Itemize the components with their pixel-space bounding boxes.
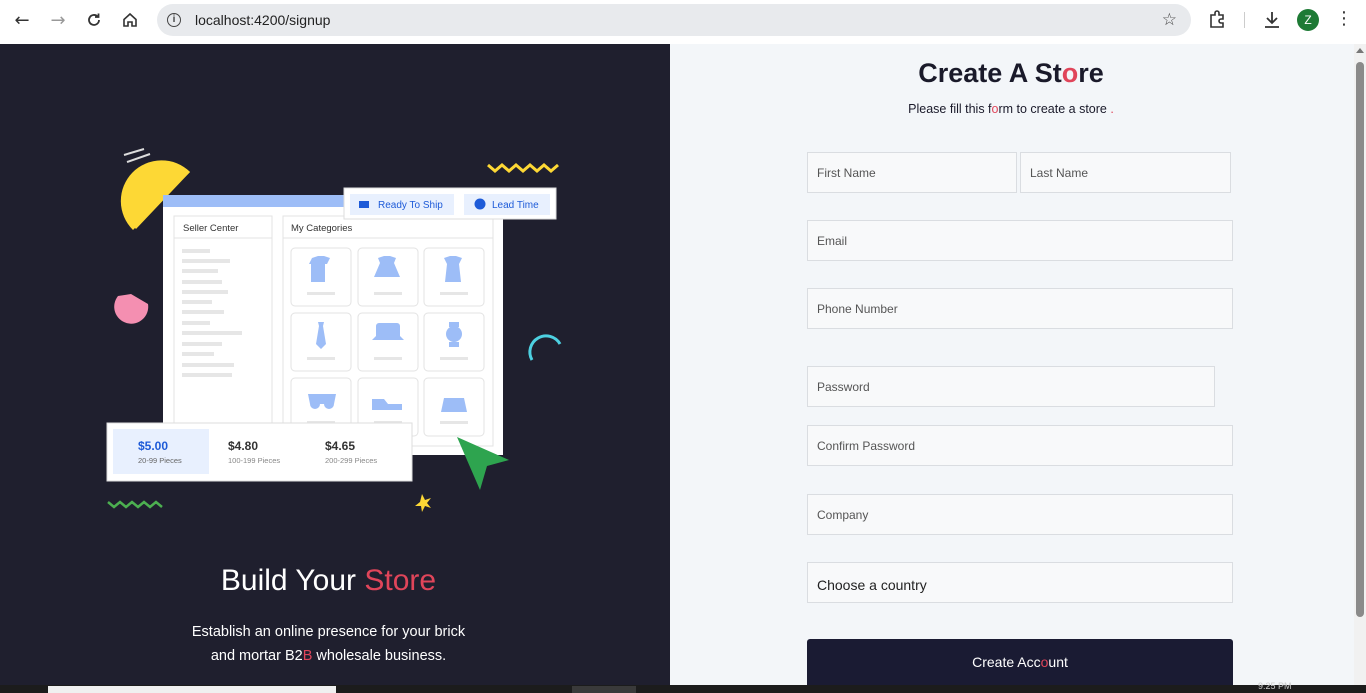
price-range-1: 20-99 Pieces <box>138 456 182 465</box>
download-icon[interactable] <box>1260 8 1284 32</box>
hero-title-main: Build Your <box>220 564 365 597</box>
reload-icon[interactable] <box>78 6 110 34</box>
last-name-field[interactable] <box>1020 152 1231 193</box>
password-input[interactable] <box>817 379 1214 394</box>
country-select-value: Choose a country <box>817 576 927 593</box>
back-icon[interactable]: ← <box>6 6 38 34</box>
taskbar-search[interactable] <box>48 686 336 693</box>
store-illustration: Seller Center My Categories Ready To Shi… <box>106 148 562 512</box>
hero-title-accent: Store <box>364 564 437 597</box>
phone-field[interactable] <box>807 288 1233 329</box>
confirm-password-input[interactable] <box>817 438 1232 453</box>
site-info-icon[interactable]: i <box>167 13 181 27</box>
price-tier-1: $5.00 <box>138 439 168 453</box>
phone-input[interactable] <box>817 301 1232 316</box>
seller-center-label: Seller Center <box>183 223 238 234</box>
address-bar[interactable]: i localhost:4200/signup ☆ <box>157 4 1191 36</box>
confirm-password-field[interactable] <box>807 425 1233 466</box>
form-title: Create A Store <box>918 58 1104 88</box>
price-range-3: 200-299 Pieces <box>325 456 377 465</box>
hero-description: Establish an online presence for your br… <box>0 620 657 668</box>
taskbar-app[interactable] <box>572 686 636 693</box>
extensions-icon[interactable] <box>1207 9 1227 29</box>
toolbar-divider <box>1244 12 1245 28</box>
url-text: localhost:4200/signup <box>195 12 331 28</box>
lead-time-tag: Lead Time <box>492 200 539 211</box>
bookmark-star-icon[interactable]: ☆ <box>1162 10 1177 30</box>
my-categories-label: My Categories <box>291 223 352 234</box>
home-icon[interactable] <box>114 6 146 34</box>
signup-form-panel: Create A Store Please fill this form to … <box>670 44 1354 685</box>
company-input[interactable] <box>817 507 1232 522</box>
password-field[interactable] <box>807 366 1215 407</box>
browser-toolbar: ← → i localhost:4200/signup ☆ Z ⋮ <box>0 0 1366 44</box>
company-field[interactable] <box>807 494 1233 535</box>
os-taskbar: 9:25 PM <box>0 681 1366 693</box>
page-scrollbar[interactable] <box>1354 44 1366 685</box>
scrollbar-thumb[interactable] <box>1356 62 1364 617</box>
price-tier-2: $4.80 <box>228 439 258 453</box>
forward-icon[interactable]: → <box>42 6 74 34</box>
email-input[interactable] <box>817 233 1232 248</box>
hero-desc-line-1: Establish an online presence for your br… <box>191 624 466 640</box>
create-account-button[interactable]: Create Account <box>807 639 1233 685</box>
taskbar-clock: 9:25 PM <box>1258 681 1292 691</box>
last-name-input[interactable] <box>1030 165 1230 180</box>
country-select[interactable]: Choose a country <box>807 562 1233 603</box>
price-tier-3: $4.65 <box>325 439 355 453</box>
hero-desc-line-2: and mortar B2B wholesale business. <box>210 648 447 664</box>
ready-to-ship-tag: Ready To Ship <box>378 200 443 211</box>
profile-avatar[interactable]: Z <box>1297 9 1319 31</box>
email-field[interactable] <box>807 220 1233 261</box>
browser-menu-icon[interactable]: ⋮ <box>1334 8 1354 32</box>
first-name-input[interactable] <box>817 165 1016 180</box>
price-range-2: 100-199 Pieces <box>228 456 280 465</box>
first-name-field[interactable] <box>807 152 1017 193</box>
form-subtitle: Please fill this form to create a store … <box>908 102 1114 116</box>
scroll-up-arrow-icon[interactable] <box>1356 48 1364 53</box>
hero-title: Build Your Store <box>0 564 657 598</box>
hero-panel: Seller Center My Categories Ready To Shi… <box>0 44 670 685</box>
